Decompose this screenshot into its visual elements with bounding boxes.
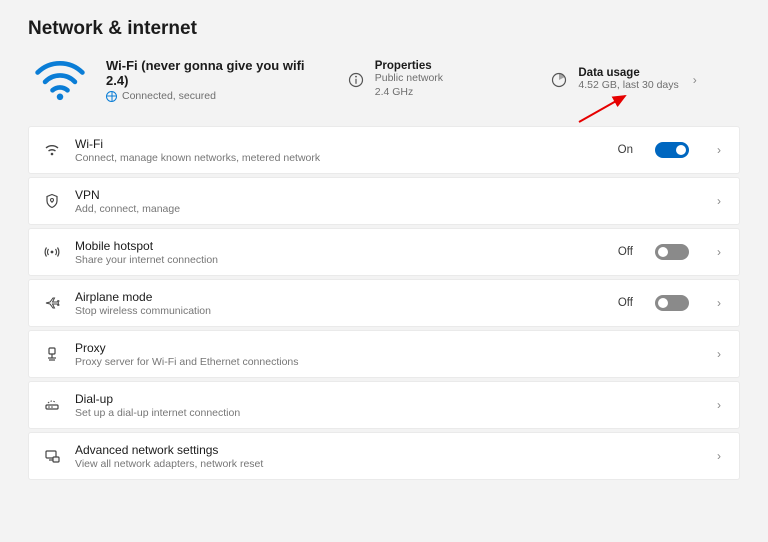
properties-line1: Public network bbox=[375, 72, 443, 86]
data-usage-tile[interactable]: Data usage 4.52 GB, last 30 days › bbox=[550, 67, 736, 93]
chevron-right-icon: › bbox=[713, 347, 725, 361]
wifi-small-icon bbox=[43, 141, 61, 159]
row-advanced[interactable]: Advanced network settings View all netwo… bbox=[28, 432, 740, 480]
settings-list: Wi-Fi Connect, manage known networks, me… bbox=[28, 126, 740, 480]
proxy-icon bbox=[43, 345, 61, 363]
globe-icon bbox=[106, 91, 117, 102]
row-vpn-title: VPN bbox=[75, 188, 699, 202]
data-usage-icon bbox=[550, 71, 568, 89]
properties-label: Properties bbox=[375, 60, 443, 72]
chevron-right-icon: › bbox=[713, 449, 725, 463]
chevron-right-icon: › bbox=[713, 296, 725, 310]
row-wifi-state: On bbox=[618, 144, 633, 156]
airplane-toggle[interactable] bbox=[655, 295, 689, 311]
row-dialup[interactable]: Dial-up Set up a dial-up internet connec… bbox=[28, 381, 740, 429]
chevron-right-icon: › bbox=[713, 398, 725, 412]
row-proxy-sub: Proxy server for Wi-Fi and Ethernet conn… bbox=[75, 356, 699, 368]
row-advanced-title: Advanced network settings bbox=[75, 443, 699, 457]
properties-tile[interactable]: Properties Public network 2.4 GHz bbox=[347, 60, 533, 99]
shield-icon bbox=[43, 192, 61, 210]
row-airplane-state: Off bbox=[618, 297, 633, 309]
connection-title: Wi-Fi (never gonna give you wifi 2.4) bbox=[106, 58, 329, 88]
row-airplane-title: Airplane mode bbox=[75, 290, 604, 304]
row-proxy[interactable]: Proxy Proxy server for Wi-Fi and Etherne… bbox=[28, 330, 740, 378]
page-title: Network & internet bbox=[28, 18, 740, 40]
row-hotspot[interactable]: Mobile hotspot Share your internet conne… bbox=[28, 228, 740, 276]
dialup-icon bbox=[43, 396, 61, 414]
chevron-right-icon: › bbox=[713, 143, 725, 157]
row-advanced-sub: View all network adapters, network reset bbox=[75, 458, 699, 470]
row-dialup-title: Dial-up bbox=[75, 392, 699, 406]
row-proxy-title: Proxy bbox=[75, 341, 699, 355]
row-vpn[interactable]: VPN Add, connect, manage › bbox=[28, 177, 740, 225]
row-airplane[interactable]: Airplane mode Stop wireless communicatio… bbox=[28, 279, 740, 327]
row-dialup-sub: Set up a dial-up internet connection bbox=[75, 407, 699, 419]
connection-status: Connected, secured bbox=[106, 90, 329, 102]
row-wifi[interactable]: Wi-Fi Connect, manage known networks, me… bbox=[28, 126, 740, 174]
chevron-right-icon: › bbox=[713, 245, 725, 259]
wifi-toggle[interactable] bbox=[655, 142, 689, 158]
data-usage-label: Data usage bbox=[578, 67, 678, 79]
row-airplane-sub: Stop wireless communication bbox=[75, 305, 604, 317]
row-wifi-title: Wi-Fi bbox=[75, 137, 604, 151]
row-vpn-sub: Add, connect, manage bbox=[75, 203, 699, 215]
row-hotspot-sub: Share your internet connection bbox=[75, 254, 604, 266]
row-hotspot-title: Mobile hotspot bbox=[75, 239, 604, 253]
info-icon bbox=[347, 71, 365, 89]
chevron-right-icon: › bbox=[689, 73, 701, 87]
airplane-icon bbox=[43, 294, 61, 312]
row-hotspot-state: Off bbox=[618, 246, 633, 258]
hotspot-icon bbox=[43, 243, 61, 261]
hero-section: Wi-Fi (never gonna give you wifi 2.4) Co… bbox=[28, 58, 740, 102]
wifi-icon bbox=[32, 59, 88, 101]
hotspot-toggle[interactable] bbox=[655, 244, 689, 260]
advanced-icon bbox=[43, 447, 61, 465]
row-wifi-sub: Connect, manage known networks, metered … bbox=[75, 152, 604, 164]
chevron-right-icon: › bbox=[713, 194, 725, 208]
data-usage-detail: 4.52 GB, last 30 days bbox=[578, 79, 678, 93]
properties-line2: 2.4 GHz bbox=[375, 86, 443, 100]
